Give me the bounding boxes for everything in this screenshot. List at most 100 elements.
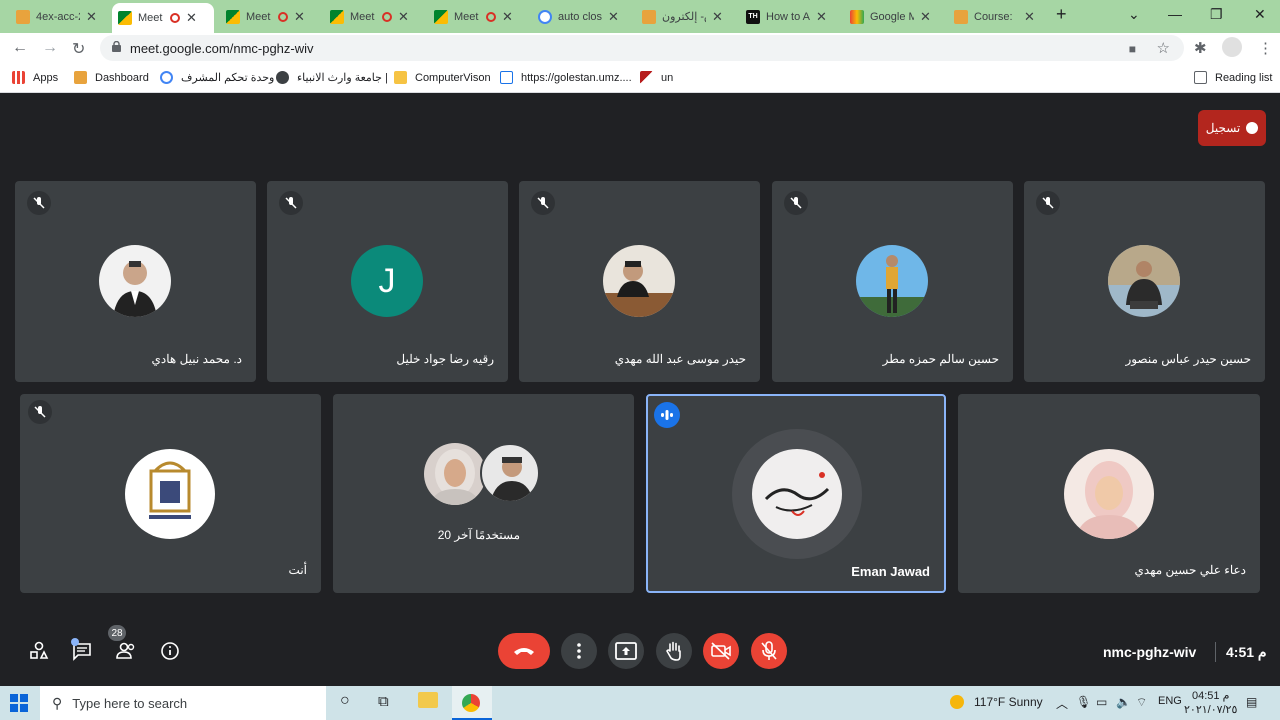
tab-2-active[interactable]: Meet ✕ [112,3,214,33]
taskbar-time: 04:51 م [1191,690,1230,702]
close-tab-icon[interactable]: ✕ [608,9,619,25]
tray-mic-icon[interactable]: 🎙 [1076,695,1091,709]
close-window-icon[interactable]: ✕ [1254,6,1266,23]
notifications-icon[interactable]: ▤ [1246,695,1257,709]
close-tab-icon[interactable]: ✕ [1024,9,1035,25]
camera-indicator-icon[interactable]: ■ [1129,42,1136,56]
meeting-details-button[interactable] [152,633,188,669]
windows-start-icon[interactable] [10,694,28,712]
meeting-clock: 4:51 م [1226,644,1267,660]
participant-tile[interactable]: حيدر موسى عبد الله مهدي [519,181,760,382]
apps-grid-icon [12,71,25,84]
tab-1[interactable]: 4ex-acc-2 ✕ [10,4,110,29]
tab-4[interactable]: Meet ✕ [324,4,424,29]
maximize-icon[interactable]: ❐ [1210,6,1223,23]
back-arrow-icon[interactable]: ← [12,39,28,57]
bookmark-dashboard[interactable]: Dashboard [74,71,149,84]
bookmark-label: جامعة وارث الانبياء | [297,72,388,84]
close-tab-icon[interactable]: ✕ [816,9,827,25]
activities-button[interactable] [21,633,57,669]
participant-avatar [480,443,540,503]
weather-text[interactable]: 117°F Sunny [974,695,1043,709]
bookmark-golestan[interactable]: https://golestan.umz.... [500,71,632,84]
bookmark-un[interactable]: un [640,71,673,84]
menu-kebab-icon[interactable]: ⋮ [1258,39,1273,57]
participant-tile[interactable]: دعاء علي حسين مهدي [958,394,1260,593]
bookmark-admin-console[interactable]: وحدة تحكم المشرف [160,71,274,84]
tab-10[interactable]: Course: ✕ [948,4,1048,29]
close-tab-icon[interactable]: ✕ [294,9,305,25]
minimize-icon[interactable]: — [1168,6,1182,22]
participant-tile[interactable]: حسين سالم حمزه مطر [772,181,1013,382]
reading-list-label: Reading list [1215,71,1273,84]
google-icon [160,71,173,84]
cortana-circle-icon[interactable]: ○ [340,692,350,710]
participant-name: 20 مستخدمًا آخر [437,528,520,542]
recording-indicator[interactable]: تسجيل [1198,110,1266,146]
bookmark-computervision[interactable]: ComputerVison [394,71,491,84]
close-tab-icon[interactable]: ✕ [712,9,723,25]
reload-icon[interactable]: ↻ [72,39,85,59]
new-tab-button[interactable]: + [1056,4,1067,25]
participant-name: حسين سالم حمزه مطر [882,352,999,366]
participant-tile[interactable]: د. محمد نبيل هادي [15,181,256,382]
tab-7[interactable]: ق- إلكترون ✕ [636,4,736,29]
chrome-taskbar-button[interactable] [452,686,492,720]
reading-list-icon [1194,71,1207,84]
active-speaker-tile[interactable]: Eman Jawad [646,394,946,593]
volume-icon[interactable]: 🔈 [1116,695,1131,709]
self-tile[interactable]: أنت [20,394,321,593]
tab-3[interactable]: Meet ✕ [220,4,320,29]
tab-title: How to A [766,10,810,23]
speaking-indicator-icon [654,402,680,428]
camera-toggle-button[interactable] [703,633,739,669]
participant-tile[interactable]: حسين حيدر عباس منصور [1024,181,1265,382]
taskbar-clock[interactable]: 04:51 م ٢٠٢١/٠٧/٢٥ [1184,689,1237,717]
forward-arrow-icon[interactable]: → [42,39,58,57]
close-tab-icon[interactable]: ✕ [502,9,513,25]
taskbar-search-box[interactable]: ⚲ Type here to search [40,686,326,720]
tray-chevron-up-icon[interactable]: ︿ [1056,695,1068,712]
network-icon[interactable]: ⌔ [1136,695,1147,710]
close-tab-icon[interactable]: ✕ [186,10,197,26]
close-tab-icon[interactable]: ✕ [86,9,97,25]
tab-6[interactable]: auto close ✕ [532,4,632,29]
tab-5[interactable]: Meet ✕ [428,4,528,29]
tab-8[interactable]: TH How to A ✕ [740,4,840,29]
file-explorer-icon[interactable] [418,692,438,708]
microphone-toggle-button[interactable] [751,633,787,669]
leave-call-button[interactable] [498,633,550,669]
participant-tile[interactable]: J رقيه رضا جواد خليل [267,181,508,382]
tab-search-chevron-icon[interactable]: ⌄ [1128,6,1140,23]
address-bar[interactable]: meet.google.com/nmc-pghz-wiv ■ ☆ [100,35,1184,61]
record-dot-icon [1246,122,1259,134]
others-tile[interactable]: 20 مستخدمًا آخر [333,394,634,593]
mic-off-icon [28,400,52,424]
chrome-icon [462,694,480,712]
close-tab-icon[interactable]: ✕ [398,9,409,25]
battery-icon[interactable]: ▭ [1096,695,1107,709]
chat-button[interactable] [64,633,100,669]
windows-taskbar: ⚲ Type here to search ○ ⧉ 117°F Sunny ︿ … [0,686,1280,720]
recording-icon [486,11,496,22]
tab-9[interactable]: Google M ✕ [844,4,944,29]
bookmark-apps[interactable]: Apps [12,71,58,84]
google-meet-icon [330,9,344,24]
moodle-hat-icon [74,71,87,84]
moodle-hat-icon [16,9,30,24]
extensions-puzzle-icon[interactable]: ✱ [1194,39,1207,57]
close-tab-icon[interactable]: ✕ [920,9,931,25]
bookmark-university[interactable]: جامعة وارث الانبياء | [276,71,388,84]
reading-list[interactable]: Reading list [1194,71,1272,84]
task-view-icon[interactable]: ⧉ [378,693,389,710]
participant-avatar [856,245,928,317]
moodle-hat-icon [642,9,656,24]
present-now-button[interactable] [608,633,644,669]
tab-title: Meet [138,12,163,24]
profile-avatar[interactable] [1222,37,1242,57]
bookmark-label: un [661,71,674,84]
more-options-button[interactable] [561,633,597,669]
bookmark-star-icon[interactable]: ☆ [1157,39,1170,57]
raise-hand-button[interactable] [656,633,692,669]
language-indicator[interactable]: ENG [1158,695,1182,707]
